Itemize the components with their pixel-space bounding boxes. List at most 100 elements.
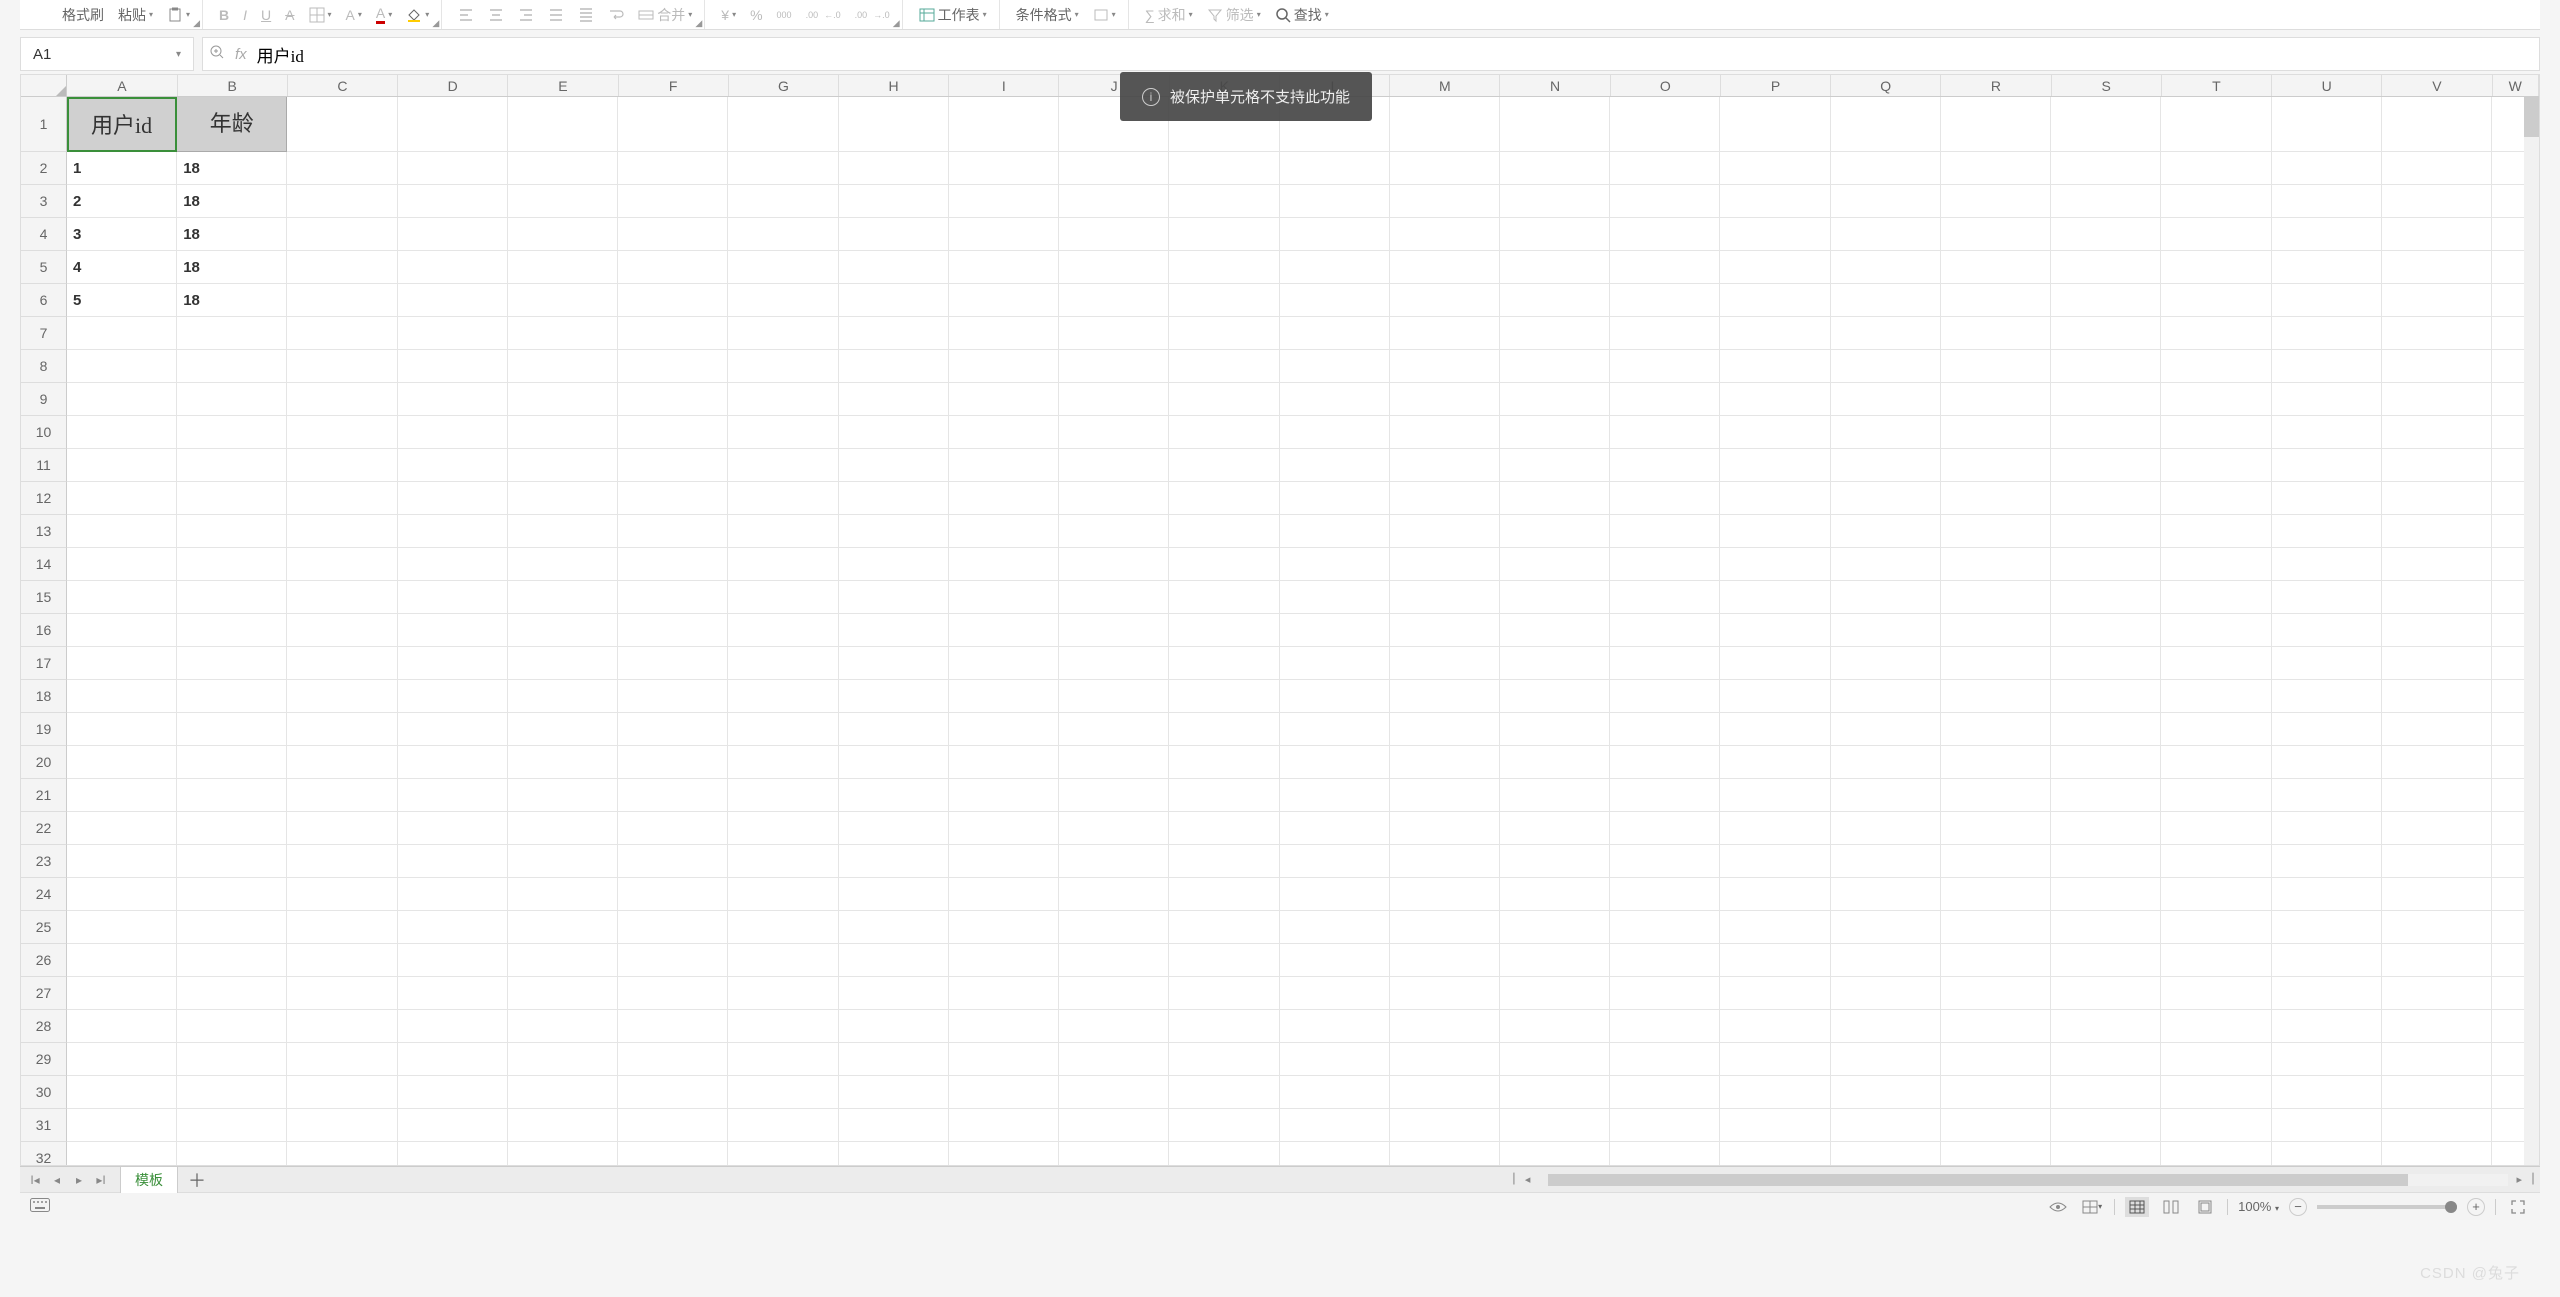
cell-A23[interactable] — [67, 845, 177, 878]
cell-B14[interactable] — [177, 548, 287, 581]
cell-H22[interactable] — [839, 812, 949, 845]
add-sheet-button[interactable]: ＋ — [188, 1167, 206, 1193]
cell-M31[interactable] — [1390, 1109, 1500, 1142]
cell-G4[interactable] — [728, 218, 838, 251]
cell-J31[interactable] — [1059, 1109, 1169, 1142]
cell-A12[interactable] — [67, 482, 177, 515]
cell-G3[interactable] — [728, 185, 838, 218]
cell-S16[interactable] — [2051, 614, 2161, 647]
row-header-17[interactable]: 17 — [21, 647, 67, 680]
cell-U32[interactable] — [2272, 1142, 2382, 1166]
cell-K5[interactable] — [1169, 251, 1279, 284]
cell-B8[interactable] — [177, 350, 287, 383]
sheet-tab-active[interactable]: 模板 — [120, 1166, 178, 1193]
cell-P12[interactable] — [1720, 482, 1830, 515]
cell-T24[interactable] — [2161, 878, 2271, 911]
cell-M21[interactable] — [1390, 779, 1500, 812]
cell-J5[interactable] — [1059, 251, 1169, 284]
cell-L14[interactable] — [1280, 548, 1390, 581]
cell-H8[interactable] — [839, 350, 949, 383]
cell-D8[interactable] — [398, 350, 508, 383]
cell-N32[interactable] — [1500, 1142, 1610, 1166]
cell-R27[interactable] — [1941, 977, 2051, 1010]
cell-S9[interactable] — [2051, 383, 2161, 416]
cell-M7[interactable] — [1390, 317, 1500, 350]
cell-R29[interactable] — [1941, 1043, 2051, 1076]
cell-G20[interactable] — [728, 746, 838, 779]
underline-button[interactable]: U — [257, 5, 275, 25]
cell-H6[interactable] — [839, 284, 949, 317]
cell-M5[interactable] — [1390, 251, 1500, 284]
cell-M2[interactable] — [1390, 152, 1500, 185]
cell-U23[interactable] — [2272, 845, 2382, 878]
cell-I23[interactable] — [949, 845, 1059, 878]
cell-C11[interactable] — [287, 449, 397, 482]
cell-B13[interactable] — [177, 515, 287, 548]
cell-B6[interactable]: 18 — [177, 284, 287, 317]
cell-C9[interactable] — [287, 383, 397, 416]
cell-V30[interactable] — [2382, 1076, 2492, 1109]
cell-O29[interactable] — [1610, 1043, 1720, 1076]
cell-B23[interactable] — [177, 845, 287, 878]
cell-M11[interactable] — [1390, 449, 1500, 482]
row-header-11[interactable]: 11 — [21, 449, 67, 482]
cell-R6[interactable] — [1941, 284, 2051, 317]
cell-L7[interactable] — [1280, 317, 1390, 350]
cell-S17[interactable] — [2051, 647, 2161, 680]
cell-F6[interactable] — [618, 284, 728, 317]
align-dist-button[interactable] — [574, 5, 598, 25]
cell-M12[interactable] — [1390, 482, 1500, 515]
cell-R18[interactable] — [1941, 680, 2051, 713]
cell-J32[interactable] — [1059, 1142, 1169, 1166]
cell-Q10[interactable] — [1831, 416, 1941, 449]
vertical-scrollbar[interactable]: ▲ — [2524, 97, 2539, 1165]
cell-T8[interactable] — [2161, 350, 2271, 383]
cell-B32[interactable] — [177, 1142, 287, 1166]
cell-B30[interactable] — [177, 1076, 287, 1109]
row-header-2[interactable]: 2 — [21, 152, 67, 185]
row-header-10[interactable]: 10 — [21, 416, 67, 449]
cell-G5[interactable] — [728, 251, 838, 284]
fill-color-button[interactable]: ▾ — [402, 5, 433, 25]
cell-M1[interactable] — [1390, 97, 1500, 152]
cell-Q5[interactable] — [1831, 251, 1941, 284]
cell-J17[interactable] — [1059, 647, 1169, 680]
cell-I18[interactable] — [949, 680, 1059, 713]
cell-A14[interactable] — [67, 548, 177, 581]
cell-C6[interactable] — [287, 284, 397, 317]
cell-O27[interactable] — [1610, 977, 1720, 1010]
dec-decimal-button[interactable]: .00→.0 — [851, 5, 894, 25]
cell-Q20[interactable] — [1831, 746, 1941, 779]
cell-G18[interactable] — [728, 680, 838, 713]
cell-K26[interactable] — [1169, 944, 1279, 977]
cell-E21[interactable] — [508, 779, 618, 812]
cell-H3[interactable] — [839, 185, 949, 218]
cell-P32[interactable] — [1720, 1142, 1830, 1166]
cell-P7[interactable] — [1720, 317, 1830, 350]
cell-S1[interactable] — [2051, 97, 2161, 152]
cell-O26[interactable] — [1610, 944, 1720, 977]
cell-R10[interactable] — [1941, 416, 2051, 449]
cell-R11[interactable] — [1941, 449, 2051, 482]
row-header-12[interactable]: 12 — [21, 482, 67, 515]
spreadsheet-grid[interactable]: ABCDEFGHIJKLMNOPQRSTUVW 1用户id年龄211832184… — [20, 74, 2540, 1166]
cell-N4[interactable] — [1500, 218, 1610, 251]
cell-S26[interactable] — [2051, 944, 2161, 977]
cell-I29[interactable] — [949, 1043, 1059, 1076]
cell-G27[interactable] — [728, 977, 838, 1010]
cell-H31[interactable] — [839, 1109, 949, 1142]
cell-R1[interactable] — [1941, 97, 2051, 152]
scroll-thumb[interactable] — [1548, 1174, 2408, 1186]
cell-N27[interactable] — [1500, 977, 1610, 1010]
cell-U16[interactable] — [2272, 614, 2382, 647]
cell-U27[interactable] — [2272, 977, 2382, 1010]
cell-V1[interactable] — [2382, 97, 2492, 152]
cell-L30[interactable] — [1280, 1076, 1390, 1109]
cell-K12[interactable] — [1169, 482, 1279, 515]
cell-N2[interactable] — [1500, 152, 1610, 185]
cell-E1[interactable] — [508, 97, 618, 152]
cell-H26[interactable] — [839, 944, 949, 977]
cell-M15[interactable] — [1390, 581, 1500, 614]
cell-Q3[interactable] — [1831, 185, 1941, 218]
align-left-button[interactable] — [454, 5, 478, 25]
